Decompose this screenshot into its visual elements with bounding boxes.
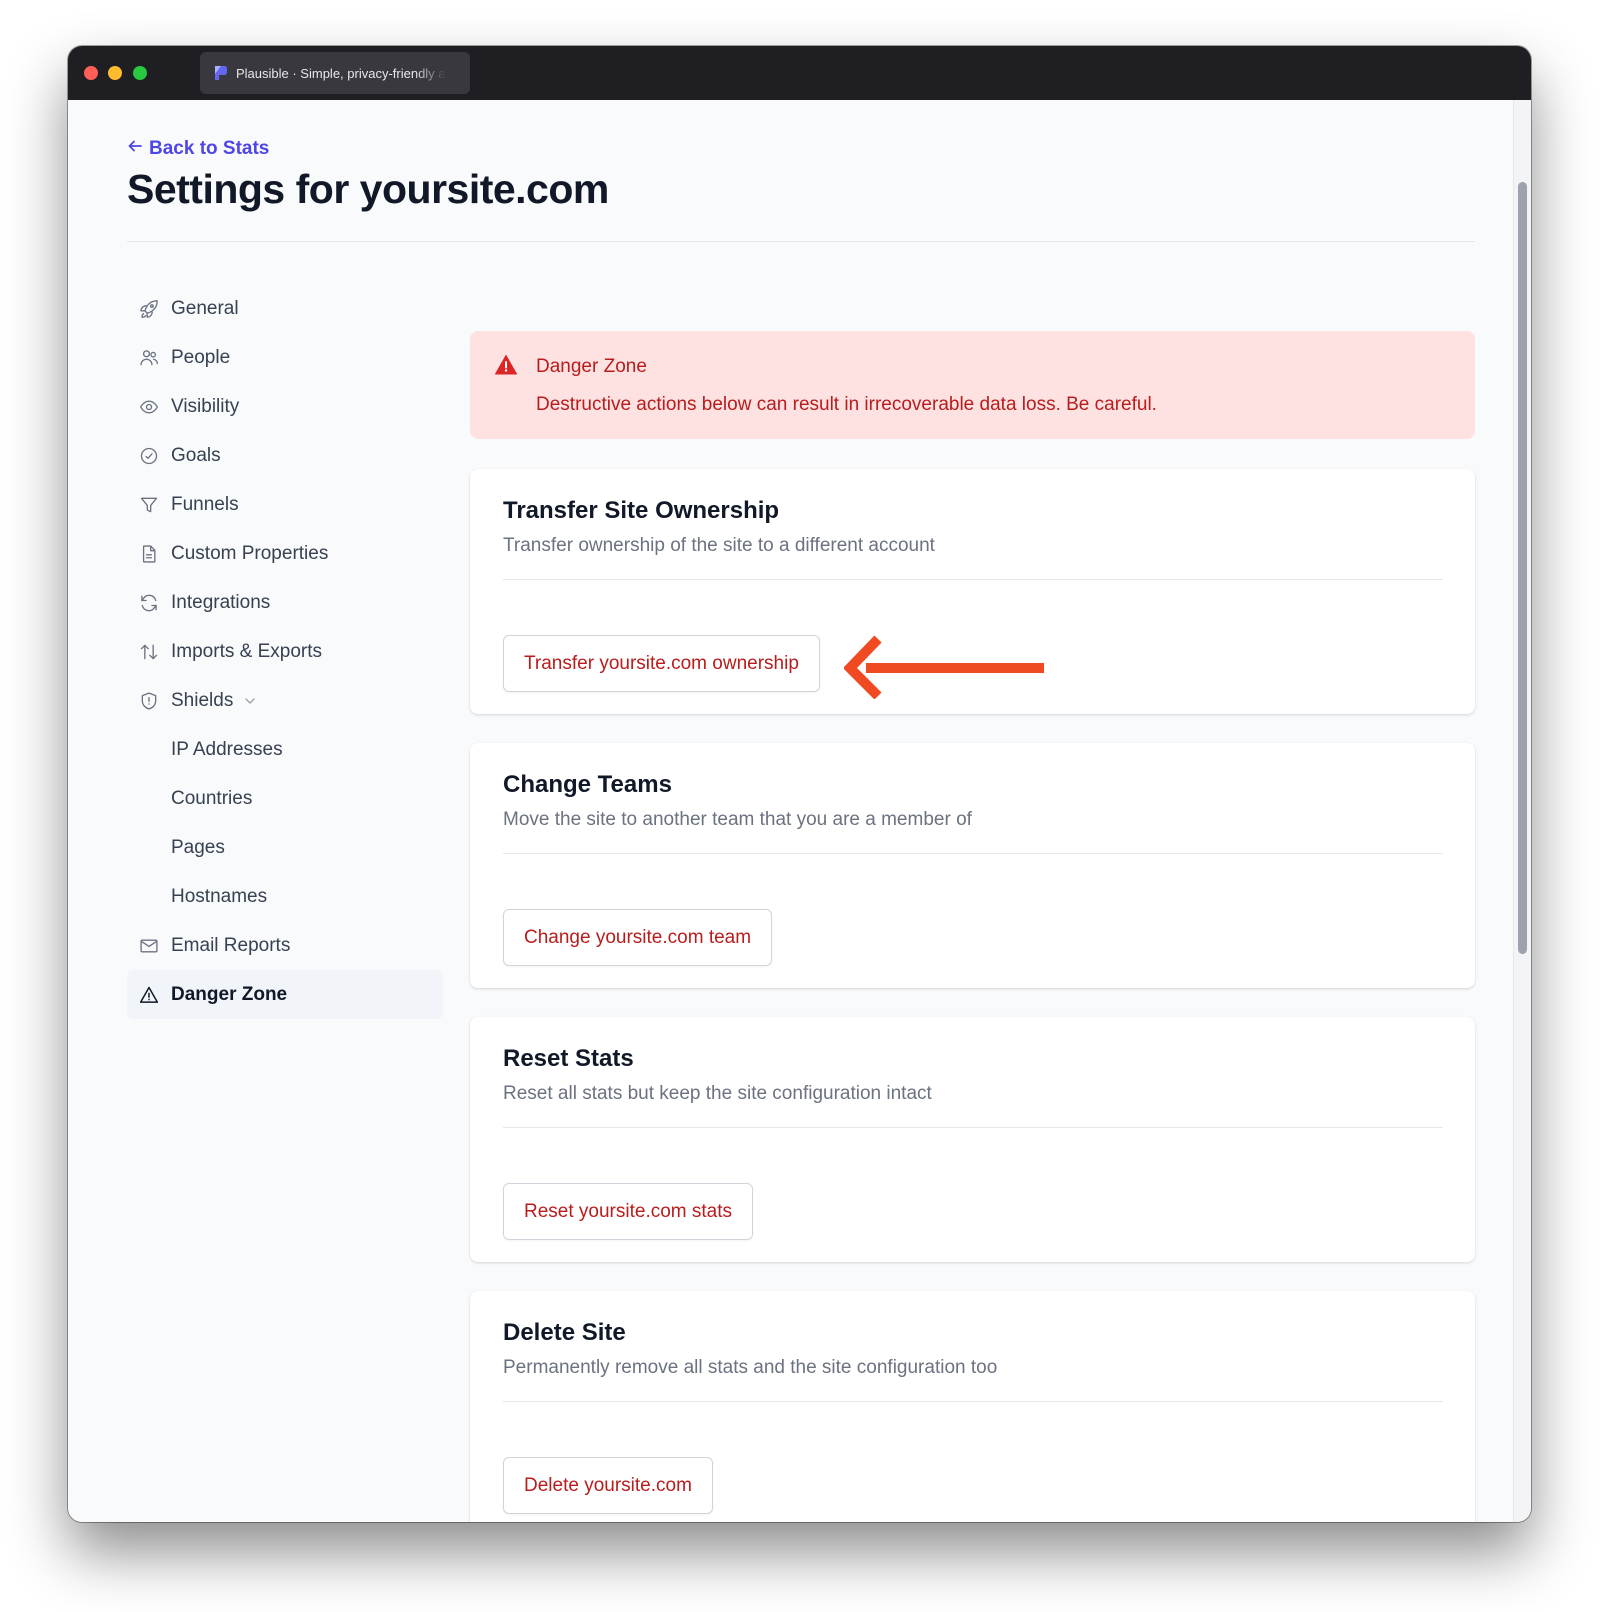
- card-title: Transfer Site Ownership: [503, 497, 780, 524]
- sidebar-item-label: People: [171, 346, 231, 368]
- sidebar-item-danger-zone[interactable]: Danger Zone: [127, 970, 443, 1019]
- sidebar-item-label: Countries: [171, 787, 253, 809]
- card-description: Reset all stats but keep the site config…: [503, 1083, 932, 1104]
- card-divider: [503, 579, 1443, 580]
- sidebar-item-visibility[interactable]: Visibility: [127, 382, 443, 431]
- danger-zone-alert: Danger Zone Destructive actions below ca…: [470, 331, 1475, 439]
- reset-stats-card: Reset Stats Reset all stats but keep the…: [470, 1017, 1475, 1262]
- sidebar-item-label: Hostnames: [171, 885, 268, 907]
- sidebar-item-label: Email Reports: [171, 934, 291, 956]
- sidebar-item-custom-properties[interactable]: Custom Properties: [127, 529, 443, 578]
- change-teams-card: Change Teams Move the site to another te…: [470, 743, 1475, 988]
- change-team-button[interactable]: Change yoursite.com team: [503, 909, 773, 966]
- sidebar-item-label: Custom Properties: [171, 542, 329, 564]
- settings-sidebar: General People Visibility Goals Funnels …: [127, 284, 443, 1019]
- sidebar-item-countries[interactable]: Countries: [127, 774, 443, 823]
- sidebar-item-shields[interactable]: Shields: [127, 676, 443, 725]
- maximize-window-button[interactable]: [133, 66, 147, 80]
- card-divider: [503, 1127, 1443, 1128]
- card-description: Permanently remove all stats and the sit…: [503, 1357, 998, 1378]
- warning-icon: [494, 353, 518, 377]
- back-to-stats-link[interactable]: Back to Stats: [127, 138, 269, 160]
- sidebar-item-label: Imports & Exports: [171, 640, 322, 662]
- people-icon: [139, 348, 159, 368]
- back-link-label: Back to Stats: [149, 138, 270, 159]
- sidebar-item-label: Funnels: [171, 493, 239, 515]
- funnel-icon: [139, 495, 159, 515]
- alert-message: Destructive actions below can result in …: [536, 394, 1157, 415]
- sidebar-item-people[interactable]: People: [127, 333, 443, 382]
- envelope-icon: [139, 936, 159, 956]
- shield-icon: [139, 691, 159, 711]
- annotation-arrow-icon: [844, 635, 1044, 699]
- sidebar-item-ip-addresses[interactable]: IP Addresses: [127, 725, 443, 774]
- card-description: Transfer ownership of the site to a diff…: [503, 535, 935, 556]
- arrows-up-down-icon: [139, 642, 159, 662]
- close-window-button[interactable]: [84, 66, 98, 80]
- browser-tab[interactable]: Plausible · Simple, privacy-friendly ana…: [200, 52, 470, 94]
- sidebar-item-general[interactable]: General: [127, 284, 443, 333]
- check-circle-icon: [139, 446, 159, 466]
- plausible-logo-icon: [212, 65, 228, 81]
- document-icon: [139, 544, 159, 564]
- reset-stats-button[interactable]: Reset yoursite.com stats: [503, 1183, 754, 1240]
- card-title: Change Teams: [503, 771, 672, 798]
- page-title: Settings for yoursite.com: [127, 166, 609, 212]
- delete-site-button[interactable]: Delete yoursite.com: [503, 1457, 713, 1514]
- card-description: Move the site to another team that you a…: [503, 809, 972, 830]
- sidebar-item-label: Pages: [171, 836, 225, 858]
- scrollbar-thumb[interactable]: [1518, 182, 1527, 954]
- scrollbar[interactable]: [1513, 100, 1531, 1522]
- sidebar-item-goals[interactable]: Goals: [127, 431, 443, 480]
- arrow-left-icon: [127, 138, 143, 160]
- sidebar-item-email-reports[interactable]: Email Reports: [127, 921, 443, 970]
- header-divider: [127, 241, 1475, 242]
- sidebar-item-label: Shields: [171, 689, 234, 711]
- sidebar-item-hostnames[interactable]: Hostnames: [127, 872, 443, 921]
- sidebar-item-integrations[interactable]: Integrations: [127, 578, 443, 627]
- refresh-icon: [139, 593, 159, 613]
- sidebar-item-label: Integrations: [171, 591, 271, 613]
- sidebar-item-pages[interactable]: Pages: [127, 823, 443, 872]
- sidebar-item-label: Danger Zone: [171, 983, 288, 1005]
- sidebar-item-funnels[interactable]: Funnels: [127, 480, 443, 529]
- sidebar-item-label: IP Addresses: [171, 738, 283, 760]
- chevron-down-icon[interactable]: [243, 694, 257, 708]
- eye-icon: [139, 397, 159, 417]
- browser-window: Plausible · Simple, privacy-friendly ana…: [68, 46, 1531, 1522]
- card-divider: [503, 853, 1443, 854]
- card-divider: [503, 1401, 1443, 1402]
- sidebar-item-label: General: [171, 297, 239, 319]
- minimize-window-button[interactable]: [108, 66, 122, 80]
- transfer-ownership-button[interactable]: Transfer yoursite.com ownership: [503, 635, 820, 692]
- sidebar-item-label: Goals: [171, 444, 221, 466]
- tab-title: Plausible · Simple, privacy-friendly ana…: [236, 65, 446, 81]
- title-bar: Plausible · Simple, privacy-friendly ana…: [68, 46, 1531, 100]
- card-title: Reset Stats: [503, 1045, 634, 1072]
- rocket-icon: [139, 299, 159, 319]
- delete-site-card: Delete Site Permanently remove all stats…: [470, 1291, 1475, 1522]
- card-title: Delete Site: [503, 1319, 626, 1346]
- page-content: Back to Stats Settings for yoursite.com …: [68, 100, 1531, 1522]
- alert-title: Danger Zone: [536, 356, 647, 377]
- sidebar-item-imports-exports[interactable]: Imports & Exports: [127, 627, 443, 676]
- sidebar-item-label: Visibility: [171, 395, 240, 417]
- warning-icon: [139, 985, 159, 1005]
